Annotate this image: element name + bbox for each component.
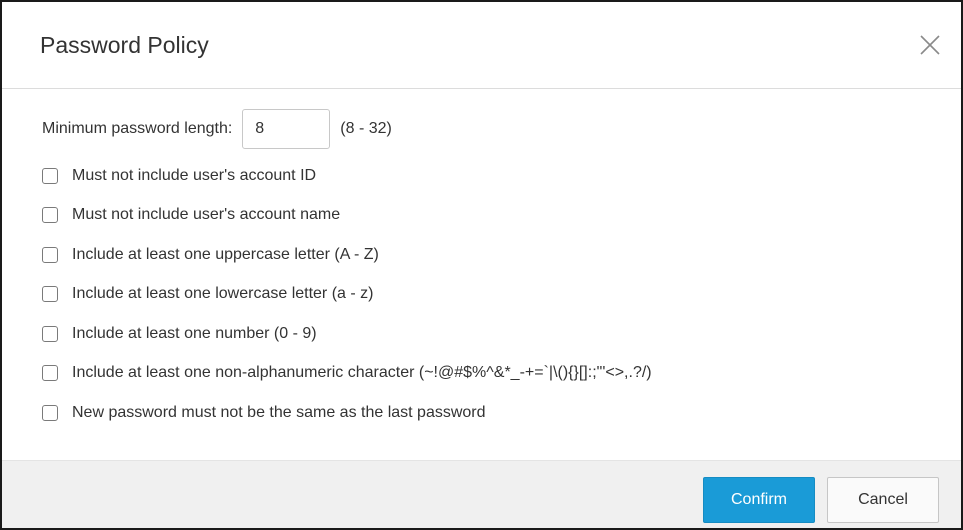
option-label: Must not include user's account ID xyxy=(72,167,317,184)
checkbox[interactable] xyxy=(42,286,58,302)
option-number[interactable]: Include at least one number (0 - 9) xyxy=(42,323,317,345)
option-no-account-name[interactable]: Must not include user's account name xyxy=(42,204,340,226)
min-length-input[interactable] xyxy=(242,109,331,149)
option-label: Include at least one non-alphanumeric ch… xyxy=(72,364,652,381)
dialog-body: Minimum password length: (8 - 32) Must n… xyxy=(2,89,961,459)
option-label: New password must not be the same as the… xyxy=(72,404,486,421)
min-length-range: (8 - 32) xyxy=(340,120,392,137)
option-label: Include at least one lowercase letter (a… xyxy=(72,285,374,302)
option-not-same-as-last[interactable]: New password must not be the same as the… xyxy=(42,402,486,424)
checkbox[interactable] xyxy=(42,207,58,223)
option-lowercase[interactable]: Include at least one lowercase letter (a… xyxy=(42,283,373,305)
close-icon[interactable] xyxy=(915,30,945,60)
option-label: Include at least one number (0 - 9) xyxy=(72,325,317,342)
password-policy-dialog: Password Policy Minimum password length:… xyxy=(0,0,963,530)
option-label: Must not include user's account name xyxy=(72,206,341,223)
option-non-alphanumeric[interactable]: Include at least one non-alphanumeric ch… xyxy=(42,362,652,384)
min-length-row: Minimum password length: (8 - 32) xyxy=(42,109,392,149)
option-uppercase[interactable]: Include at least one uppercase letter (A… xyxy=(42,244,379,266)
checkbox[interactable] xyxy=(42,326,58,342)
dialog-footer: Confirm Cancel xyxy=(2,460,961,528)
checkbox[interactable] xyxy=(42,365,58,381)
confirm-button[interactable]: Confirm xyxy=(703,477,815,523)
option-no-account-id[interactable]: Must not include user's account ID xyxy=(42,165,316,187)
checkbox[interactable] xyxy=(42,405,58,421)
min-length-label: Minimum password length: xyxy=(42,120,233,137)
cancel-button[interactable]: Cancel xyxy=(827,477,939,523)
dialog-title: Password Policy xyxy=(40,32,209,58)
option-label: Include at least one uppercase letter (A… xyxy=(72,246,379,263)
dialog-header: Password Policy xyxy=(2,2,961,89)
checkbox[interactable] xyxy=(42,247,58,263)
checkbox[interactable] xyxy=(42,168,58,184)
